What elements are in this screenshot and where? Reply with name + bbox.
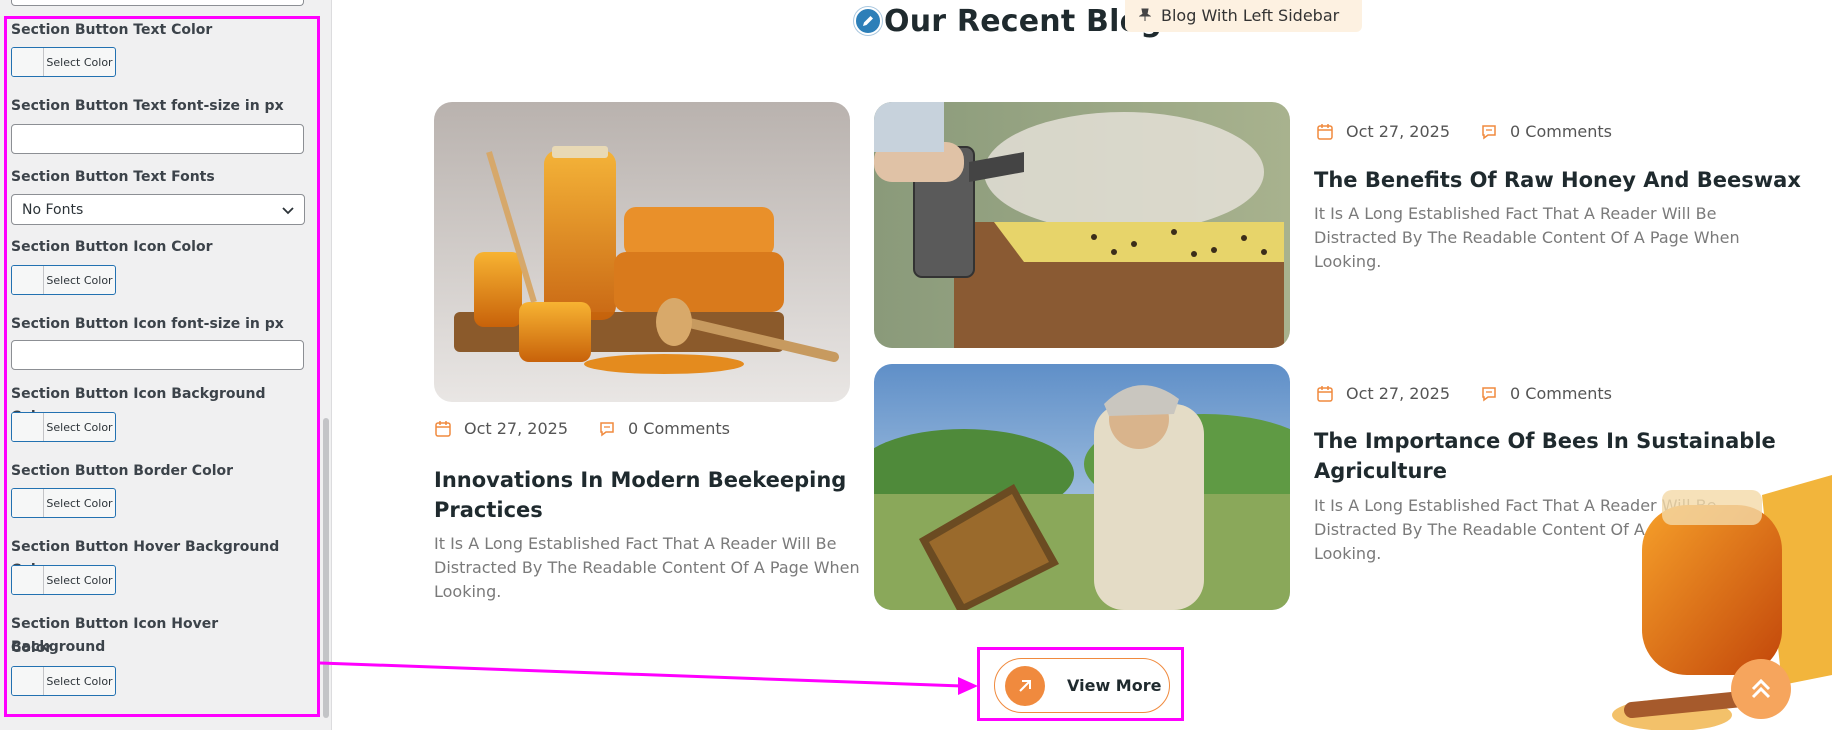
calendar-icon bbox=[435, 420, 451, 437]
post-date: Oct 27, 2025 bbox=[1346, 122, 1450, 141]
menu-tooltip[interactable]: Blog With Left Sidebar bbox=[1125, 0, 1362, 32]
post-3-title-line1[interactable]: The Importance Of Bees In Sustainable bbox=[1314, 426, 1776, 456]
post-2-title[interactable]: The Benefits Of Raw Honey And Beeswax bbox=[1314, 165, 1801, 195]
post-2-excerpt-line3: Looking. bbox=[1314, 252, 1382, 271]
post-2-excerpt-line1: It Is A Long Established Fact That A Rea… bbox=[1314, 204, 1717, 223]
annotation-highlight-sidebar bbox=[4, 16, 320, 717]
calendar-icon bbox=[1317, 123, 1333, 140]
menu-tooltip-label: Blog With Left Sidebar bbox=[1161, 5, 1340, 25]
comment-icon bbox=[1482, 386, 1496, 401]
post-image-beekeeper[interactable] bbox=[874, 364, 1290, 610]
post-2-meta: Oct 27, 2025 0 Comments bbox=[1316, 122, 1612, 141]
post-comments[interactable]: 0 Comments bbox=[1510, 384, 1612, 403]
post-1-meta: Oct 27, 2025 0 Comments bbox=[434, 419, 730, 438]
pin-icon bbox=[1139, 8, 1151, 21]
post-1-title-line1[interactable]: Innovations In Modern Beekeeping bbox=[434, 465, 846, 495]
post-date: Oct 27, 2025 bbox=[1346, 384, 1450, 403]
scroll-to-top-button[interactable] bbox=[1731, 659, 1791, 719]
calendar-icon bbox=[1317, 385, 1333, 402]
post-3-title-line2[interactable]: Agriculture bbox=[1314, 456, 1447, 486]
decorative-honey-jar bbox=[1612, 475, 1832, 730]
post-image-honey[interactable] bbox=[434, 102, 850, 402]
double-chevron-up-icon bbox=[1751, 678, 1771, 699]
post-1-excerpt-line1: It Is A Long Established Fact That A Rea… bbox=[434, 534, 837, 553]
post-3-excerpt-line3: Looking. bbox=[1314, 544, 1382, 563]
previous-input-field[interactable] bbox=[11, 0, 304, 6]
post-date: Oct 27, 2025 bbox=[464, 419, 568, 438]
post-3-meta: Oct 27, 2025 0 Comments bbox=[1316, 384, 1612, 403]
pencil-icon[interactable] bbox=[854, 7, 882, 35]
post-1-title-line2[interactable]: Practices bbox=[434, 495, 543, 525]
post-1-excerpt-line2: Distracted By The Readable Content Of A … bbox=[434, 558, 860, 577]
comment-icon bbox=[600, 421, 614, 436]
sidebar-scrollbar-thumb[interactable] bbox=[323, 418, 329, 718]
comment-icon bbox=[1482, 124, 1496, 139]
post-comments[interactable]: 0 Comments bbox=[628, 419, 730, 438]
post-1-excerpt-line3: Looking. bbox=[434, 582, 502, 601]
post-image-smoker[interactable] bbox=[874, 102, 1290, 348]
post-2-excerpt-line2: Distracted By The Readable Content Of A … bbox=[1314, 228, 1740, 247]
post-comments[interactable]: 0 Comments bbox=[1510, 122, 1612, 141]
annotation-highlight-button bbox=[977, 647, 1184, 721]
